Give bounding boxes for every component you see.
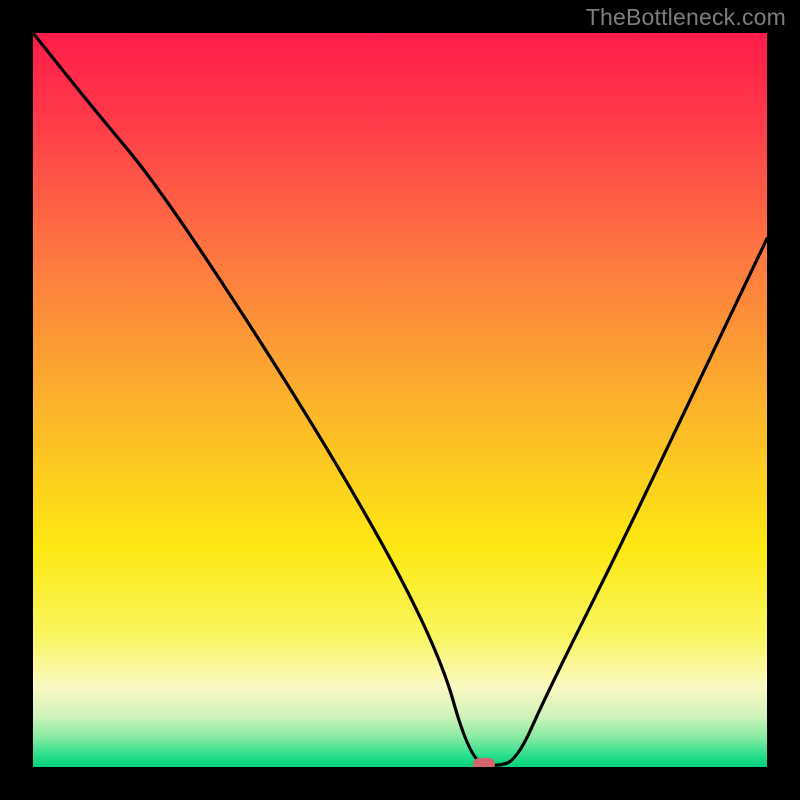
optimal-marker xyxy=(473,758,495,767)
credit-text: TheBottleneck.com xyxy=(586,4,786,31)
bottleneck-curve xyxy=(33,33,767,767)
plot-area xyxy=(33,33,767,767)
chart-frame: TheBottleneck.com xyxy=(0,0,800,800)
